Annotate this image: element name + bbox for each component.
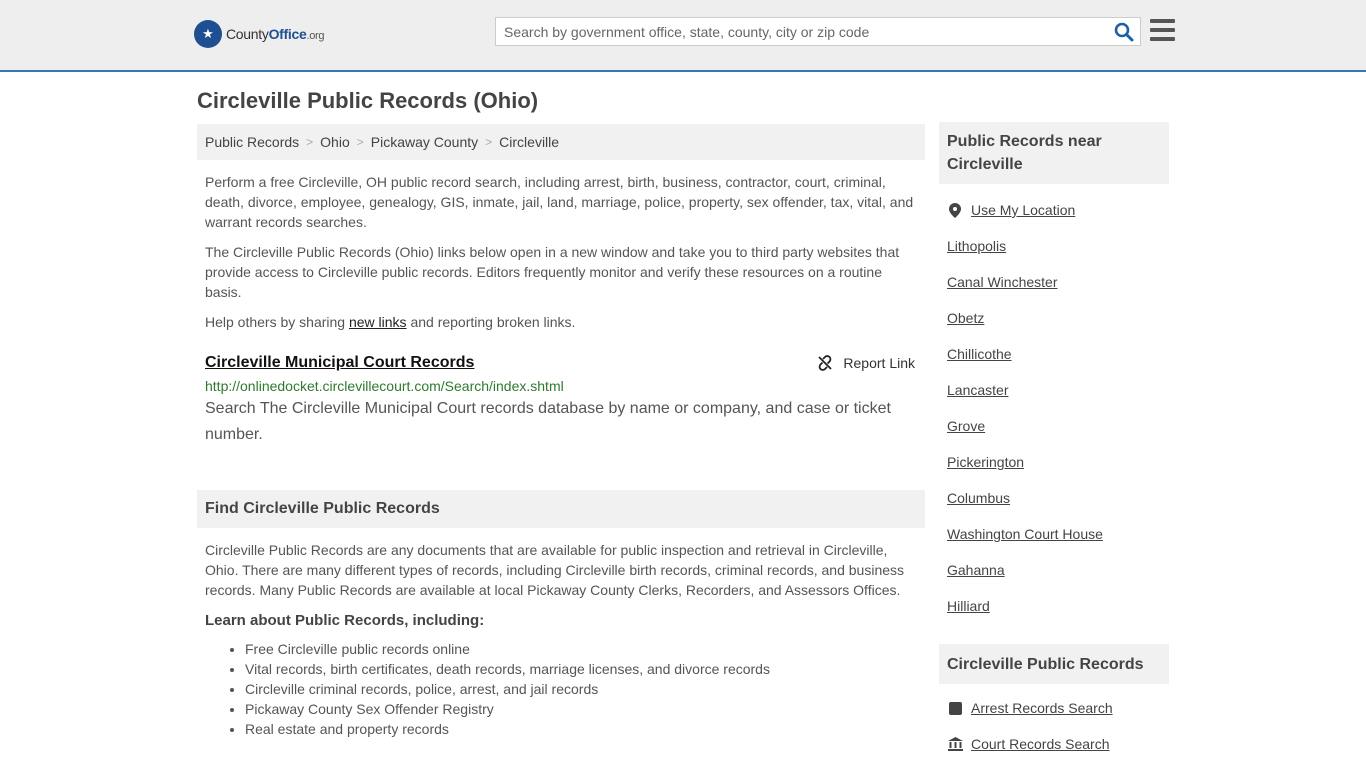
record-description: Search The Circleville Municipal Court r… — [205, 400, 891, 443]
breadcrumb-separator: > — [306, 135, 314, 149]
breadcrumb: Public Records > Ohio > Pickaway County … — [197, 124, 925, 160]
find-records-heading: Find Circleville Public Records — [197, 490, 925, 528]
nearby-list: Use My Location Lithopolis Canal Winches… — [939, 192, 1169, 624]
record-title-link[interactable]: Circleville Municipal Court Records — [205, 354, 474, 371]
list-item: Grove — [947, 408, 1161, 444]
nearby-link-chillicothe[interactable]: Chillicothe — [947, 346, 1012, 362]
courthouse-icon — [947, 737, 963, 751]
logo-name: County — [226, 26, 269, 42]
records-links-list: Arrest Records Search Court Records Sear… — [939, 690, 1169, 762]
hamburger-menu-icon[interactable] — [1150, 19, 1175, 41]
report-link-button[interactable]: Report Link — [817, 355, 915, 371]
nearby-link-pickerington[interactable]: Pickerington — [947, 454, 1024, 470]
court-records-search-link[interactable]: Court Records Search — [971, 736, 1110, 752]
list-item: Court Records Search — [947, 726, 1161, 762]
nearby-link-grove[interactable]: Grove — [947, 418, 985, 434]
nearby-link-lancaster[interactable]: Lancaster — [947, 382, 1008, 398]
breadcrumb-separator: > — [356, 135, 364, 149]
record-url: http://onlinedocket.circlevillecourt.com… — [205, 378, 564, 394]
list-item: Use My Location — [947, 192, 1161, 228]
list-item: Canal Winchester — [947, 264, 1161, 300]
learn-heading: Learn about Public Records, including: — [205, 612, 485, 629]
list-item: Lithopolis — [947, 228, 1161, 264]
search-bar — [495, 17, 1141, 46]
list-item: Real estate and property records — [245, 719, 925, 739]
intro-paragraph-2: The Circleville Public Records (Ohio) li… — [205, 244, 900, 300]
search-icon — [1114, 22, 1134, 42]
nearby-link-gahanna[interactable]: Gahanna — [947, 562, 1005, 578]
list-item: Gahanna — [947, 552, 1161, 588]
search-button[interactable] — [1114, 22, 1134, 42]
page-title: Circleville Public Records (Ohio) — [197, 88, 539, 113]
find-records-text: Circleville Public Records are any docum… — [205, 542, 905, 598]
search-input[interactable] — [496, 18, 1106, 45]
county-office-logo[interactable]: ★ CountyOffice.org — [194, 20, 325, 48]
records-type-list: Free Circleville public records online V… — [197, 639, 925, 739]
logo-name-strong: Office — [268, 26, 307, 42]
report-link-label: Report Link — [843, 355, 915, 371]
list-item: Pickaway County Sex Offender Registry — [245, 699, 925, 719]
list-item: Circleville criminal records, police, ar… — [245, 679, 925, 699]
arrest-records-icon — [947, 701, 963, 715]
nearby-link-lithopolis[interactable]: Lithopolis — [947, 238, 1006, 254]
breadcrumb-circleville[interactable]: Circleville — [499, 134, 559, 150]
breadcrumb-public-records[interactable]: Public Records — [205, 134, 299, 150]
list-item: Lancaster — [947, 372, 1161, 408]
logo-tld: .org — [306, 30, 325, 42]
list-item: Columbus — [947, 480, 1161, 516]
broken-link-icon — [818, 355, 833, 371]
list-item: Hilliard — [947, 588, 1161, 624]
intro-paragraph-1: Perform a free Circleville, OH public re… — [205, 174, 914, 230]
list-item: Pickerington — [947, 444, 1161, 480]
breadcrumb-pickaway-county[interactable]: Pickaway County — [371, 134, 478, 150]
nearby-link-washington-court-house[interactable]: Washington Court House — [947, 526, 1103, 542]
list-item: Free Circleville public records online — [245, 639, 925, 659]
site-header: ★ CountyOffice.org — [0, 0, 1366, 72]
records-heading: Circleville Public Records — [939, 644, 1169, 684]
nearby-heading: Public Records near Circleville — [939, 122, 1169, 184]
arrest-records-search-link[interactable]: Arrest Records Search — [971, 700, 1113, 716]
list-item: Vital records, birth certificates, death… — [245, 659, 925, 679]
intro-paragraph-3: Help others by sharing new links and rep… — [205, 314, 576, 330]
nearby-link-canal-winchester[interactable]: Canal Winchester — [947, 274, 1058, 290]
location-pin-icon — [947, 202, 963, 218]
list-item: Washington Court House — [947, 516, 1161, 552]
breadcrumb-separator: > — [485, 135, 493, 149]
main-content: Public Records > Ohio > Pickaway County … — [197, 124, 925, 739]
list-item: Chillicothe — [947, 336, 1161, 372]
list-item: Arrest Records Search — [947, 690, 1161, 726]
eagle-logo-icon: ★ — [194, 20, 222, 48]
record-item: Circleville Municipal Court Records Repo… — [197, 354, 925, 448]
nearby-link-obetz[interactable]: Obetz — [947, 310, 984, 326]
breadcrumb-ohio[interactable]: Ohio — [320, 134, 350, 150]
use-my-location-link[interactable]: Use My Location — [971, 202, 1075, 218]
new-links-link[interactable]: new links — [349, 314, 407, 330]
list-item: Obetz — [947, 300, 1161, 336]
sidebar: Public Records near Circleville Use My L… — [939, 122, 1169, 762]
nearby-link-hilliard[interactable]: Hilliard — [947, 598, 990, 614]
nearby-link-columbus[interactable]: Columbus — [947, 490, 1010, 506]
